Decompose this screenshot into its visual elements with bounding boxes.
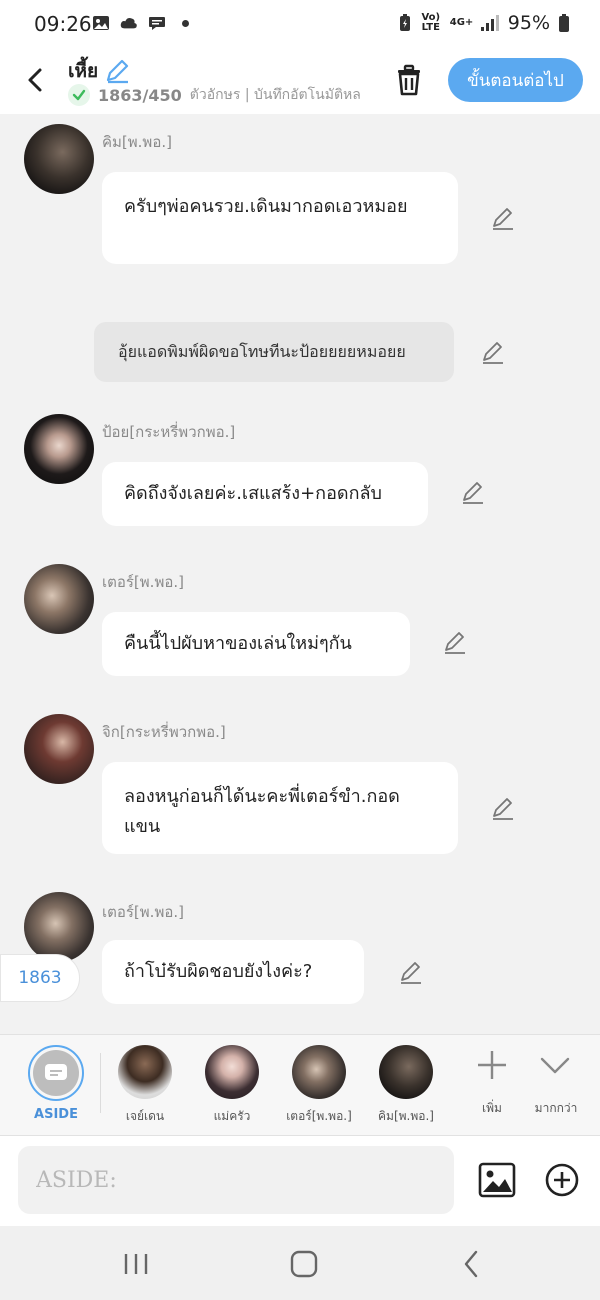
message-bubble[interactable]: คิดถึงจังเลยค่ะ.เสแสร้ง+กอดกลับ	[102, 462, 428, 526]
status-bar: 09:26 Vo) LTE 4G+ 95%	[0, 0, 600, 48]
character-label: แม่ครัว	[213, 1109, 251, 1123]
edit-icon[interactable]	[442, 630, 468, 656]
battery-saver-icon	[399, 14, 410, 31]
aside-selector[interactable]	[28, 1045, 84, 1101]
add-circle-icon[interactable]	[544, 1162, 580, 1198]
cloud-icon	[120, 17, 137, 29]
aside-bubble[interactable]: อุ้ยแอดพิมพ์ผิดขอโทษทีนะป้อยยยยหมอยย	[94, 322, 454, 382]
character-label: เจย์เดน	[125, 1109, 165, 1123]
message-bubble[interactable]: คืนนี้ไปผับหาของเล่นใหม่ๆกัน	[102, 612, 410, 676]
navigation-bar	[0, 1226, 600, 1300]
status-left-icons	[92, 14, 189, 32]
recent-apps-icon[interactable]	[116, 1248, 156, 1280]
message-bubble[interactable]: ลองหนูก่อนก็ได้นะคะพี่เตอร์ขำ.กอดแขน	[102, 762, 458, 854]
avatar[interactable]	[24, 714, 94, 784]
autosave-text: ตัวอักษร | บันทึกอัตโนมัติหล	[189, 87, 361, 103]
notification-dot	[182, 19, 189, 27]
title-row: เหี้ย	[68, 56, 130, 86]
edit-icon[interactable]	[398, 960, 424, 986]
edit-icon[interactable]	[480, 340, 506, 366]
back-arrow-icon[interactable]	[20, 62, 52, 98]
character-avatar-kim[interactable]	[379, 1045, 433, 1099]
character-label: คิม[พ.พอ.]	[378, 1109, 434, 1123]
image-icon[interactable]	[478, 1162, 516, 1198]
edit-icon[interactable]	[490, 796, 516, 822]
volte-label: Vo) LTE	[421, 12, 441, 33]
chat-area: คิม[พ.พอ.] ครับๆพ่อคนรวย.เดินมากอดเอวหมอ…	[0, 114, 600, 1034]
signal-icon	[480, 15, 499, 31]
avatar[interactable]	[24, 124, 94, 194]
edit-icon[interactable]	[490, 206, 516, 232]
avatar[interactable]	[24, 414, 94, 484]
plus-icon[interactable]	[476, 1049, 508, 1081]
gallery-icon	[93, 16, 109, 30]
sender-name: คิม[พ.พอ.]	[102, 133, 172, 151]
sender-name: เตอร์[พ.พอ.]	[102, 903, 184, 921]
header: เหี้ย 1863/450 ตัวอักษร | บันทึกอัตโนมัต…	[0, 48, 600, 114]
add-label: เพิ่ม	[482, 1101, 502, 1115]
sender-name: จิก[กระหรี่พวกพอ.]	[102, 723, 226, 741]
message-bubble[interactable]: ถ้าโบ๋รับผิดชอบยังไงค่ะ?	[102, 940, 364, 1004]
avatar[interactable]	[24, 564, 94, 634]
divider	[100, 1053, 101, 1113]
message-input[interactable]	[18, 1146, 454, 1214]
aside-icon	[33, 1050, 79, 1096]
aside-label: ASIDE	[34, 1107, 78, 1122]
sender-name: เตอร์[พ.พอ.]	[102, 573, 184, 591]
sender-name: ป้อย[กระหรี่พวกพอ.]	[102, 423, 236, 441]
network-label: 4G+	[449, 17, 474, 28]
character-strip: ASIDE เจย์เดน แม่ครัว เตอร์[พ.พอ.] คิม[พ…	[0, 1034, 600, 1136]
edit-icon[interactable]	[460, 480, 486, 506]
battery-percent: 95%	[507, 12, 550, 34]
story-title[interactable]: เหี้ย	[68, 56, 98, 86]
trash-icon[interactable]	[392, 62, 426, 98]
battery-icon	[559, 14, 569, 32]
home-icon[interactable]	[284, 1248, 324, 1280]
chevron-down-icon[interactable]	[538, 1051, 572, 1079]
status-right: Vo) LTE 4G+ 95%	[398, 12, 570, 34]
character-avatar-cook[interactable]	[205, 1045, 259, 1099]
character-count: 1863/450	[98, 85, 182, 105]
more-label: มากกว่า	[534, 1101, 578, 1115]
message-bubble[interactable]: ครับๆพ่อคนรวย.เดินมากอดเอวหมอย	[102, 172, 458, 264]
character-label: เตอร์[พ.พอ.]	[286, 1109, 352, 1123]
back-icon[interactable]	[452, 1248, 492, 1280]
character-avatar-ter[interactable]	[292, 1045, 346, 1099]
next-step-button[interactable]: ขั้นตอนต่อไป	[448, 58, 583, 102]
status-time: 09:26	[34, 12, 92, 36]
save-status-row: 1863/450 ตัวอักษร | บันทึกอัตโนมัติหล	[68, 84, 368, 106]
check-icon	[68, 84, 90, 106]
edit-title-icon[interactable]	[104, 58, 130, 84]
character-avatar-jayden[interactable]	[118, 1045, 172, 1099]
input-area	[0, 1136, 600, 1226]
avatar[interactable]	[24, 892, 94, 962]
chat-icon	[149, 17, 165, 30]
character-counter-pill[interactable]: 1863	[0, 954, 80, 1002]
